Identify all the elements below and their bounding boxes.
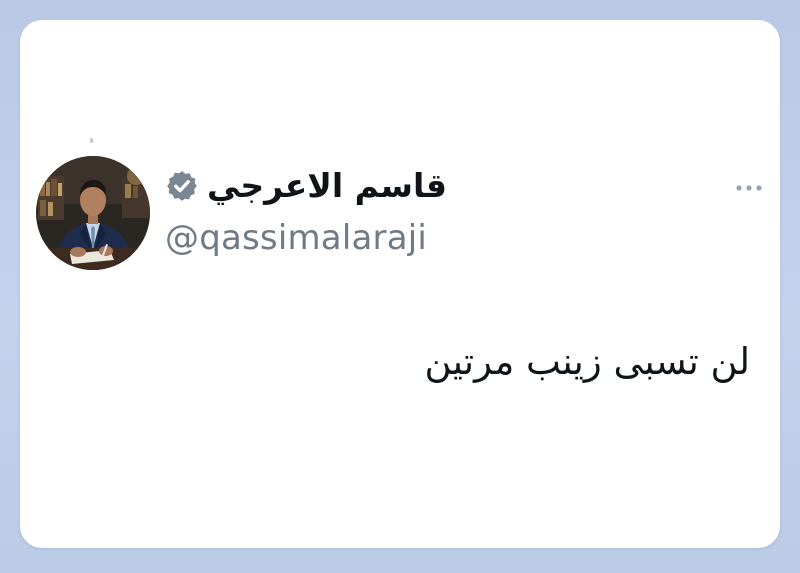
avatar[interactable] <box>36 156 150 270</box>
more-options-icon <box>736 185 762 191</box>
tweet-text: لن تسبى زينب مرتين <box>424 340 750 383</box>
tweet-card: قاسم الاعرجي @qassimalaraji لن تسبى زينب… <box>20 20 780 548</box>
author-name-row[interactable]: قاسم الاعرجي <box>165 163 447 209</box>
more-options-button[interactable] <box>732 178 766 198</box>
avatar-artifact <box>90 138 93 143</box>
author-handle[interactable]: @qassimalaraji <box>165 216 427 260</box>
verified-badge-icon <box>167 171 197 201</box>
author-display-name: قاسم الاعرجي <box>207 166 447 205</box>
avatar-photo <box>36 156 150 270</box>
